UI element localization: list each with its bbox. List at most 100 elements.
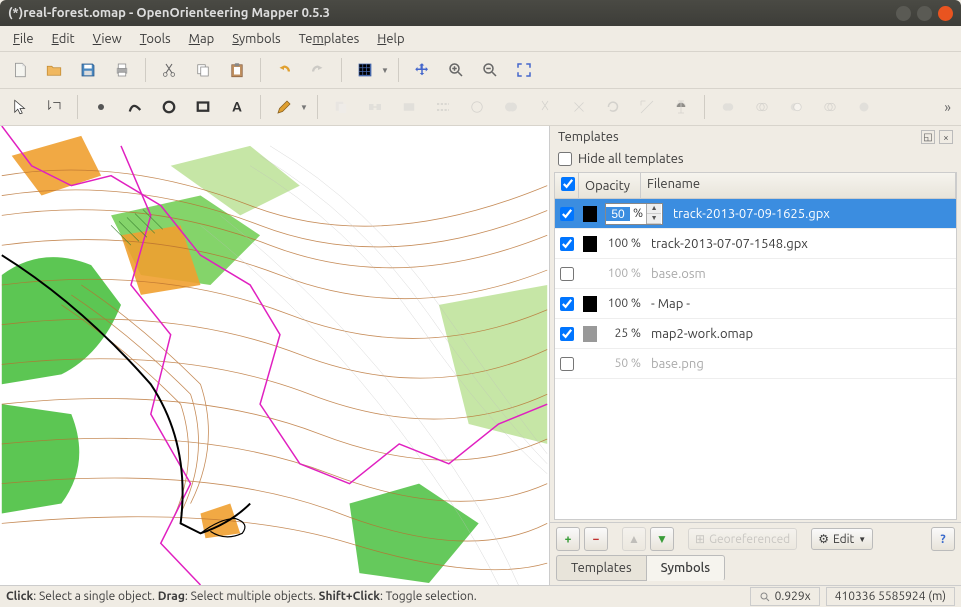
swap-symbol-icon bbox=[361, 93, 389, 121]
template-row[interactable]: 100 %track-2013-07-07-1548.gpx bbox=[555, 229, 956, 259]
copy-icon[interactable] bbox=[189, 56, 217, 84]
curve-tool-icon[interactable] bbox=[121, 93, 149, 121]
svg-text:A: A bbox=[232, 99, 242, 115]
header-opacity[interactable]: Opacity bbox=[579, 173, 641, 198]
filename-cell[interactable]: base.osm bbox=[645, 267, 956, 281]
grid-icon[interactable] bbox=[351, 56, 379, 84]
new-file-icon[interactable] bbox=[6, 56, 34, 84]
tab-symbols[interactable]: Symbols bbox=[647, 555, 726, 581]
help-button[interactable]: ? bbox=[931, 527, 955, 551]
add-template-button[interactable]: + bbox=[556, 527, 580, 551]
hide-all-checkbox[interactable] bbox=[558, 152, 572, 166]
point-tool-icon[interactable] bbox=[87, 93, 115, 121]
close-button[interactable] bbox=[938, 6, 953, 21]
header-filename[interactable]: Filename bbox=[641, 173, 956, 198]
grid-dropdown-icon[interactable]: ▼ bbox=[381, 66, 389, 75]
template-checkbox[interactable] bbox=[560, 237, 574, 251]
spinner-down[interactable]: ▼ bbox=[647, 214, 661, 224]
table-body: %▲▼track-2013-07-09-1625.gpx100 %track-2… bbox=[555, 199, 956, 519]
window-buttons bbox=[896, 6, 953, 21]
rotate-icon bbox=[599, 93, 627, 121]
template-row[interactable]: 100 %- Map - bbox=[555, 289, 956, 319]
templates-panel-title: Templates bbox=[558, 130, 619, 144]
menu-view[interactable]: View bbox=[86, 29, 129, 49]
rect-tool-icon[interactable] bbox=[189, 93, 217, 121]
template-checkbox[interactable] bbox=[560, 297, 574, 311]
menu-templates[interactable]: Templates bbox=[292, 29, 367, 49]
undo-icon[interactable] bbox=[270, 56, 298, 84]
menu-tools[interactable]: Tools bbox=[133, 29, 178, 49]
text-tool-icon[interactable]: A bbox=[223, 93, 251, 121]
spinner-up[interactable]: ▲ bbox=[647, 204, 661, 214]
paste-icon[interactable] bbox=[223, 56, 251, 84]
zoom-icon bbox=[759, 591, 771, 603]
template-checkbox[interactable] bbox=[560, 327, 574, 341]
status-zoom[interactable]: 0.929x bbox=[750, 587, 820, 606]
panel-close-icon[interactable]: × bbox=[939, 130, 953, 144]
pan-icon[interactable] bbox=[408, 56, 436, 84]
template-row[interactable]: 50 %base.png bbox=[555, 349, 956, 379]
pencil-dropdown-icon[interactable]: ▼ bbox=[300, 103, 308, 112]
opacity-cell[interactable]: %▲▼ bbox=[601, 203, 667, 225]
georeferenced-button: ⊞Georeferenced bbox=[688, 528, 797, 550]
panel-undock-icon[interactable]: ◱ bbox=[921, 130, 935, 144]
fill-icon bbox=[395, 93, 423, 121]
maximize-button[interactable] bbox=[917, 6, 932, 21]
menu-map[interactable]: Map bbox=[182, 29, 222, 49]
zoom-out-icon[interactable] bbox=[476, 56, 504, 84]
menu-edit[interactable]: Edit bbox=[45, 29, 82, 49]
color-swatch bbox=[583, 236, 597, 252]
select-tool-icon[interactable] bbox=[6, 93, 34, 121]
toolbar-overflow-icon[interactable]: » bbox=[944, 99, 955, 115]
edit-template-button[interactable]: ⚙Edit▼ bbox=[811, 528, 873, 550]
opacity-cell[interactable]: 100 % bbox=[601, 267, 645, 280]
filename-cell[interactable]: map2-work.omap bbox=[645, 327, 956, 341]
menu-file[interactable]: File bbox=[6, 29, 41, 49]
map-canvas[interactable] bbox=[0, 126, 549, 585]
open-file-icon[interactable] bbox=[40, 56, 68, 84]
filename-cell[interactable]: - Map - bbox=[645, 297, 956, 311]
status-coords[interactable]: 410336 5585924 (m) bbox=[826, 587, 955, 606]
circle-tool-icon[interactable] bbox=[155, 93, 183, 121]
duplicate-icon bbox=[327, 93, 355, 121]
opacity-cell[interactable]: 100 % bbox=[601, 297, 645, 310]
tab-templates[interactable]: Templates bbox=[556, 555, 647, 581]
template-row[interactable]: 100 %base.osm bbox=[555, 259, 956, 289]
cut-hole-icon bbox=[565, 93, 593, 121]
bool-intersect-icon bbox=[748, 93, 776, 121]
template-checkbox[interactable] bbox=[560, 207, 574, 221]
filename-cell[interactable]: track-2013-07-09-1625.gpx bbox=[667, 207, 956, 221]
cut-icon[interactable] bbox=[155, 56, 183, 84]
templates-panel-header: Templates ◱ × bbox=[550, 126, 961, 148]
opacity-cell[interactable]: 50 % bbox=[601, 357, 645, 370]
filename-cell[interactable]: base.png bbox=[645, 357, 956, 371]
pencil-tool-icon[interactable] bbox=[270, 93, 298, 121]
remove-template-button[interactable]: − bbox=[584, 527, 608, 551]
redo-icon[interactable] bbox=[304, 56, 332, 84]
template-row[interactable]: 25 %map2-work.omap bbox=[555, 319, 956, 349]
color-swatch bbox=[583, 296, 597, 312]
main-area: Templates ◱ × Hide all templates Opacity… bbox=[0, 126, 961, 585]
scale-icon bbox=[633, 93, 661, 121]
template-checkbox[interactable] bbox=[560, 267, 574, 281]
edit-line-tool-icon[interactable] bbox=[40, 93, 68, 121]
opacity-cell[interactable]: 25 % bbox=[601, 327, 645, 340]
zoom-in-icon[interactable] bbox=[442, 56, 470, 84]
filename-cell[interactable]: track-2013-07-07-1548.gpx bbox=[645, 237, 956, 251]
switch-dash-icon bbox=[429, 93, 457, 121]
template-row[interactable]: %▲▼track-2013-07-09-1625.gpx bbox=[555, 199, 956, 229]
opacity-input[interactable] bbox=[606, 207, 630, 221]
print-icon[interactable] bbox=[108, 56, 136, 84]
save-icon[interactable] bbox=[74, 56, 102, 84]
header-check[interactable] bbox=[555, 173, 579, 198]
hide-all-label: Hide all templates bbox=[578, 152, 684, 166]
menu-symbols[interactable]: Symbols bbox=[225, 29, 287, 49]
template-checkbox[interactable] bbox=[560, 357, 574, 371]
minimize-button[interactable] bbox=[896, 6, 911, 21]
menu-help[interactable]: Help bbox=[370, 29, 411, 49]
toolbar-draw: A ▼ » bbox=[0, 89, 961, 126]
opacity-cell[interactable]: 100 % bbox=[601, 237, 645, 250]
zoom-fit-icon[interactable] bbox=[510, 56, 538, 84]
move-up-button[interactable]: ▲ bbox=[622, 527, 646, 551]
move-down-button[interactable]: ▼ bbox=[650, 527, 674, 551]
